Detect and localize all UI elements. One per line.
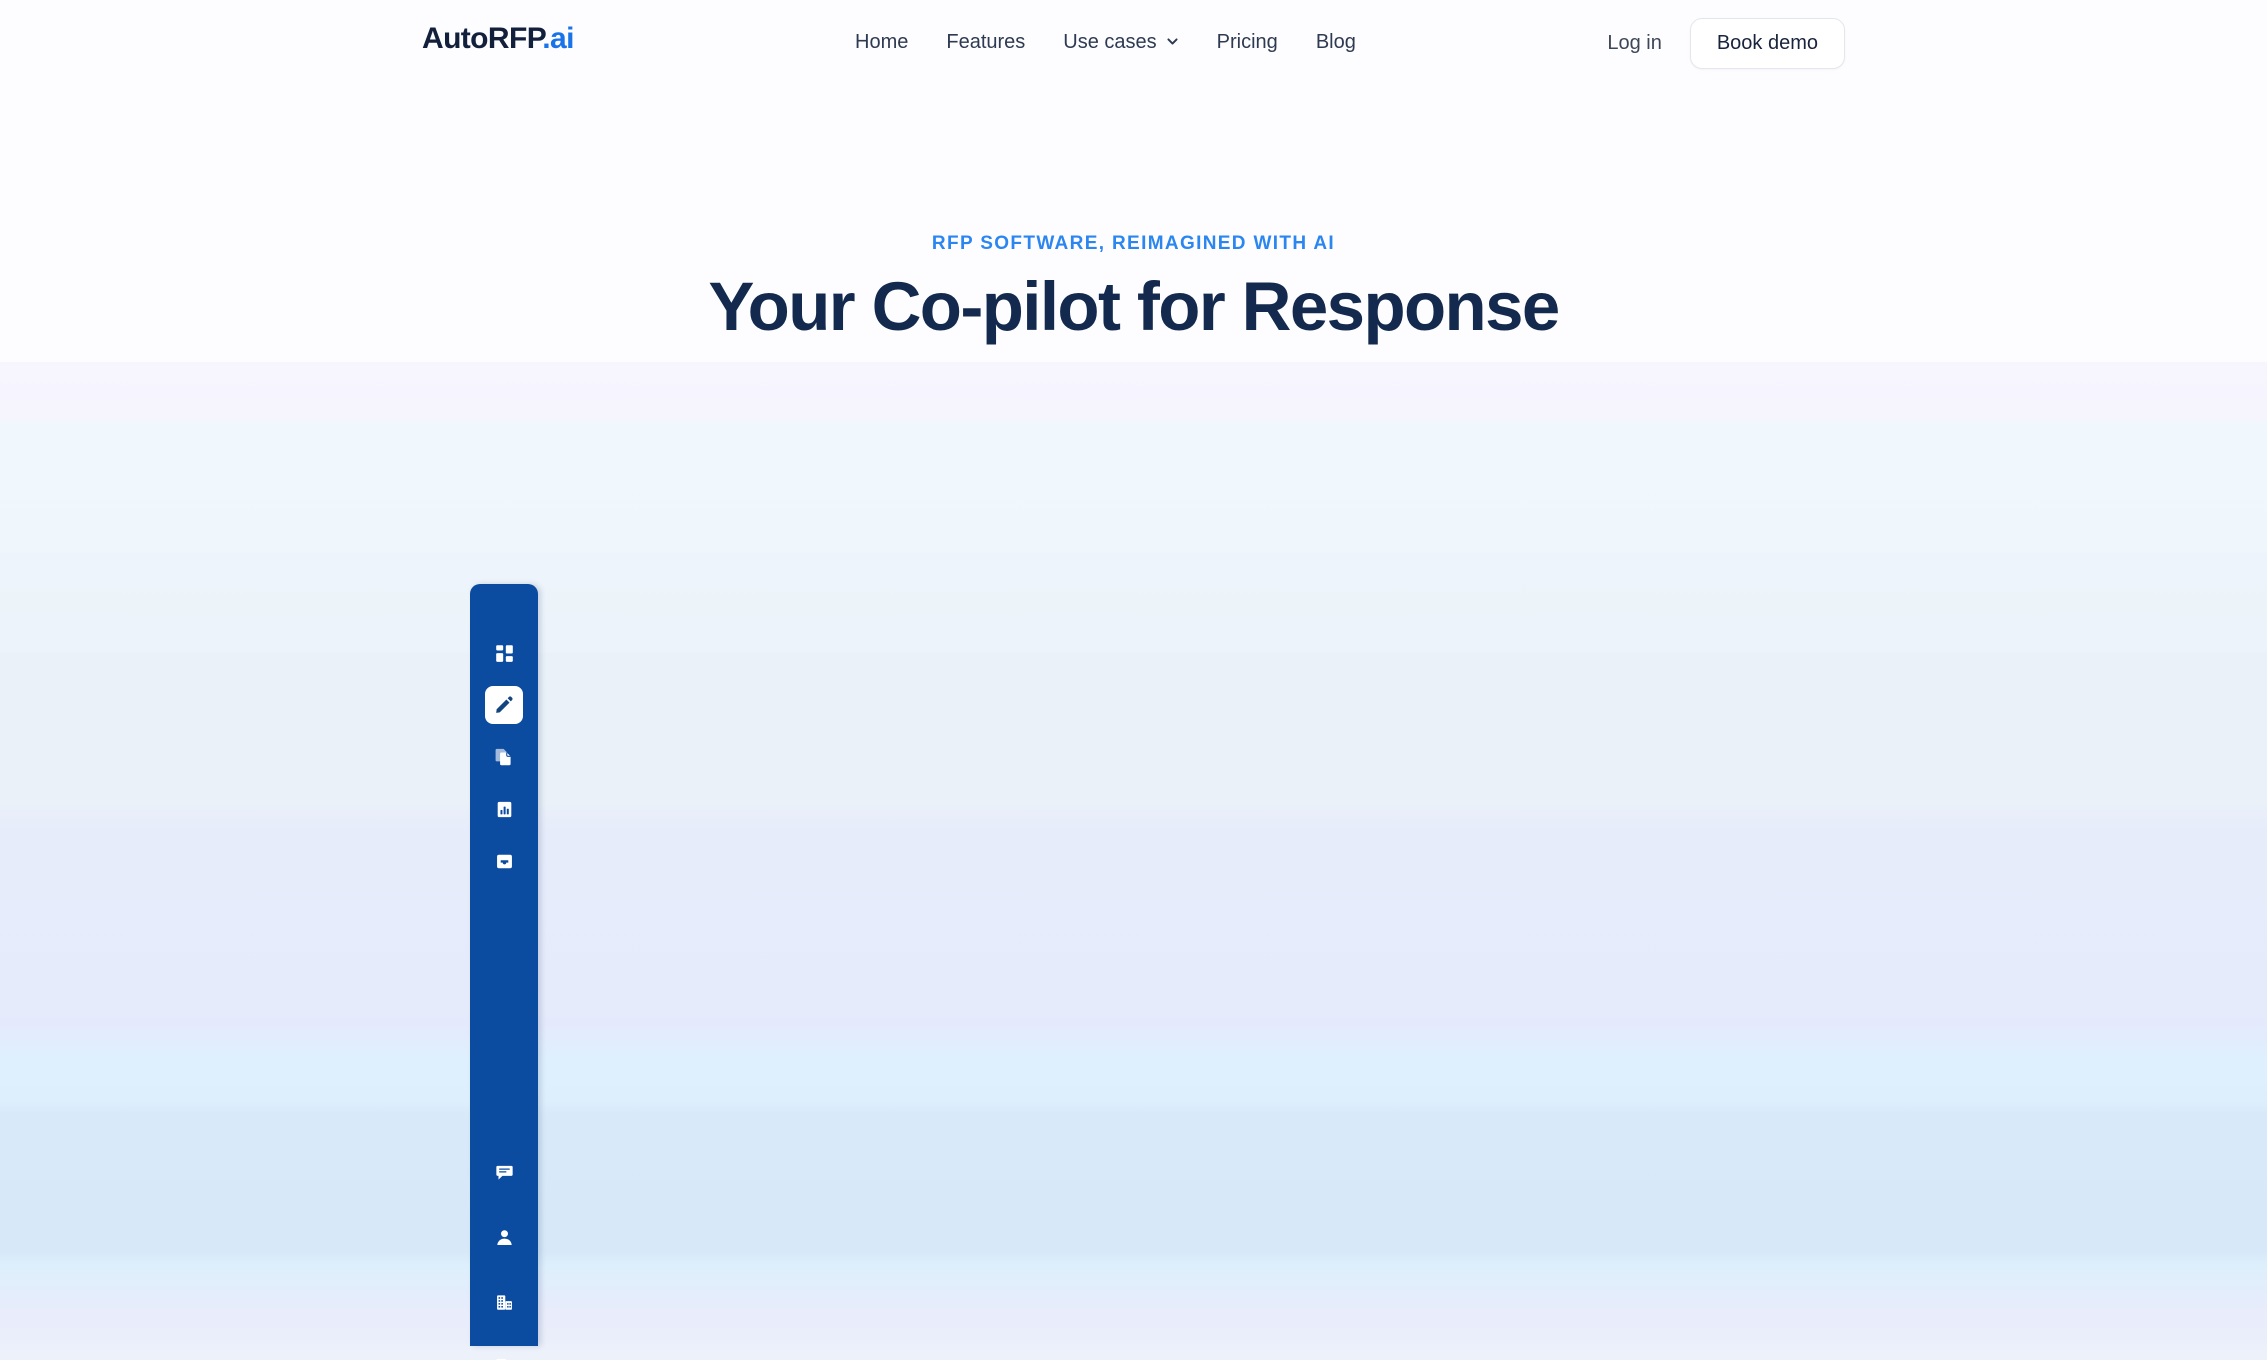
background-gradient	[0, 0, 2267, 1360]
sidebar-item-library[interactable]	[485, 738, 523, 776]
nav-item-home-label: Home	[855, 31, 909, 53]
pencil-edit-icon	[494, 695, 514, 715]
sidebar-item-profile[interactable]	[485, 1218, 523, 1256]
header-actions: Log in Book demo	[1601, 18, 1845, 69]
sidebar-item-logout[interactable]	[485, 1348, 523, 1360]
main-navigation: Home Features Use cases Pricing Blog	[855, 32, 1356, 52]
report-bar-chart-icon	[495, 800, 514, 819]
sidebar-primary-group	[470, 634, 538, 880]
company-building-icon	[495, 1293, 514, 1312]
nav-item-home[interactable]: Home	[855, 32, 908, 52]
sidebar-secondary-group	[470, 1153, 538, 1360]
nav-item-blog-label: Blog	[1315, 31, 1356, 53]
book-demo-button[interactable]: Book demo	[1689, 18, 1845, 69]
nav-item-pricing[interactable]: Pricing	[1217, 32, 1278, 52]
brand-logo[interactable]: AutoRFP.ai	[422, 24, 574, 54]
nav-item-use-cases[interactable]: Use cases	[1063, 32, 1178, 52]
landing-page: AutoRFP.ai Home Features Use cases Prici…	[0, 0, 2267, 1360]
nav-item-blog[interactable]: Blog	[1316, 32, 1356, 52]
dashboard-grid-icon	[494, 643, 515, 664]
copy-documents-icon	[494, 747, 514, 767]
nav-item-features-label: Features	[946, 31, 1026, 53]
nav-item-features[interactable]: Features	[946, 32, 1025, 52]
chat-message-icon	[495, 1163, 514, 1182]
brand-logo-name: AutoRFP	[422, 22, 543, 55]
app-preview-sidebar	[470, 584, 538, 1360]
user-person-icon	[495, 1228, 514, 1247]
sidebar-item-chat[interactable]	[485, 1153, 523, 1191]
chevron-down-icon	[1166, 35, 1179, 48]
login-link[interactable]: Log in	[1601, 22, 1668, 65]
sidebar-item-inbox[interactable]	[485, 842, 523, 880]
sidebar-item-dashboard[interactable]	[485, 634, 523, 672]
inbox-tray-icon	[495, 852, 514, 871]
sidebar-item-editor[interactable]	[485, 686, 523, 724]
site-header: AutoRFP.ai Home Features Use cases Prici…	[0, 0, 2267, 96]
sidebar-item-reports[interactable]	[485, 790, 523, 828]
brand-logo-suffix: .ai	[542, 22, 574, 55]
nav-item-pricing-label: Pricing	[1216, 31, 1278, 53]
sidebar-item-company[interactable]	[485, 1283, 523, 1321]
nav-item-use-cases-label: Use cases	[1063, 31, 1157, 53]
hero-gradient-band	[0, 362, 2267, 1360]
